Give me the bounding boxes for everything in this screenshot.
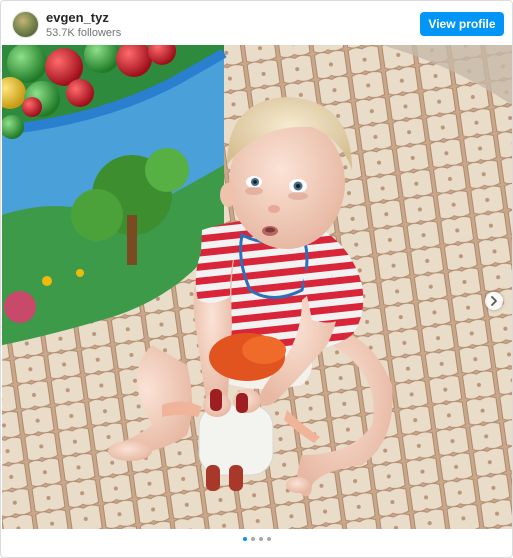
carousel-dot: [242, 537, 247, 541]
carousel-dot: [266, 537, 271, 541]
post-header: evgen_tyz 53.7K followers View profile: [1, 1, 512, 45]
user-info: evgen_tyz 53.7K followers: [46, 10, 121, 40]
next-slide-button[interactable]: [485, 292, 503, 310]
photo-illustration: [2, 45, 512, 529]
followers-count: 53.7K followers: [46, 27, 122, 39]
view-profile-button[interactable]: View profile: [420, 12, 504, 36]
instagram-embed-card: evgen_tyz 53.7K followers View profile: [0, 0, 513, 558]
carousel-indicator: [1, 537, 512, 541]
username[interactable]: evgen_tyz: [46, 10, 121, 25]
chevron-right-icon: [491, 296, 497, 306]
carousel-dot: [258, 537, 263, 541]
post-photo[interactable]: [2, 45, 512, 529]
avatar[interactable]: [12, 11, 39, 38]
carousel-dot: [250, 537, 255, 541]
